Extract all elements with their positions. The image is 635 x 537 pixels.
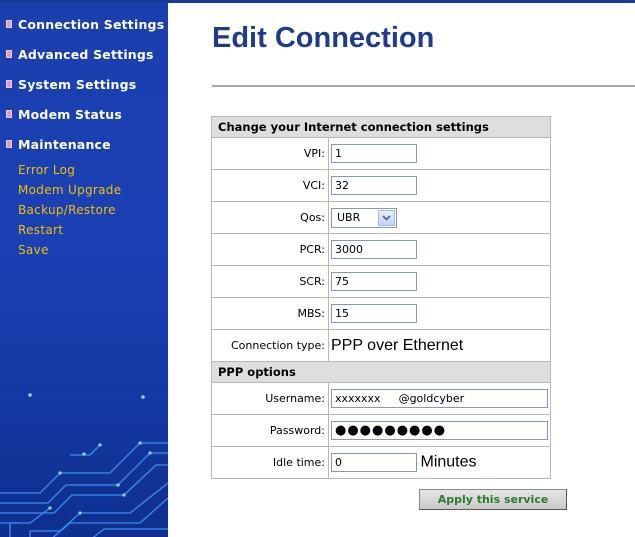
circuit-decoration: [0, 393, 168, 537]
username-value: xxxxxxx: [335, 392, 381, 405]
sidebar-nav: Connection Settings Advanced Settings Sy…: [0, 3, 168, 537]
qos-select[interactable]: UBR: [331, 207, 397, 228]
section-header-ppp: PPP options: [211, 361, 551, 383]
sidebar-item-label: Modem Status: [18, 107, 122, 122]
sidebar-item-advanced-settings[interactable]: Advanced Settings: [6, 47, 154, 62]
sidebar-subitem-modem-upgrade[interactable]: Modem Upgrade: [18, 183, 121, 197]
sidebar-subitem-save[interactable]: Save: [18, 243, 49, 257]
menu-bullet-icon: [6, 80, 12, 88]
sidebar-item-label: System Settings: [18, 77, 137, 92]
menu-bullet-icon: [6, 140, 12, 148]
vci-input[interactable]: 32: [331, 176, 417, 195]
idle-time-unit: Minutes: [420, 453, 477, 471]
menu-bullet-icon: [6, 50, 12, 58]
sidebar-subitem-restart[interactable]: Restart: [18, 223, 63, 237]
password-label: Password:: [211, 414, 329, 447]
pcr-label: PCR:: [211, 233, 329, 266]
connection-form: Change your Internet connection settings…: [211, 116, 551, 479]
sidebar-item-system-settings[interactable]: System Settings: [6, 77, 136, 92]
qos-selected-value: UBR: [337, 211, 361, 224]
qos-label: Qos:: [211, 201, 329, 234]
menu-bullet-icon: [6, 20, 12, 28]
page-title: Edit Connection: [212, 22, 435, 54]
sidebar-subitem-backup-restore[interactable]: Backup/Restore: [18, 203, 116, 217]
section-header-internet: Change your Internet connection settings: [211, 116, 551, 138]
username-label: Username:: [211, 382, 329, 415]
sidebar-item-label: Connection Settings: [18, 17, 165, 32]
idle-time-label: Idle time:: [211, 446, 329, 479]
title-divider: [212, 85, 635, 87]
vci-label: VCI:: [211, 169, 329, 202]
mbs-label: MBS:: [211, 297, 329, 330]
sidebar-subitem-error-log[interactable]: Error Log: [18, 163, 75, 177]
apply-service-button[interactable]: Apply this service: [419, 489, 567, 510]
vpi-label: VPI:: [211, 137, 329, 170]
password-input[interactable]: ●●●●●●●●●: [331, 421, 548, 440]
scr-label: SCR:: [211, 265, 329, 298]
menu-bullet-icon: [6, 110, 12, 118]
username-input[interactable]: xxxxxxx @goldcyber: [331, 389, 548, 408]
sidebar-item-label: Advanced Settings: [18, 47, 154, 62]
vpi-input[interactable]: 1: [331, 144, 417, 163]
scr-input[interactable]: 75: [331, 272, 417, 291]
connection-type-value: PPP over Ethernet: [331, 336, 464, 354]
sidebar-item-maintenance[interactable]: Maintenance: [6, 137, 111, 152]
idle-time-input[interactable]: 0: [331, 453, 417, 472]
sidebar-item-modem-status[interactable]: Modem Status: [6, 107, 122, 122]
username-suffix: @goldcyber: [398, 392, 465, 405]
pcr-input[interactable]: 3000: [331, 240, 417, 259]
connection-type-label: Connection type:: [211, 329, 329, 362]
mbs-input[interactable]: 15: [331, 304, 417, 323]
sidebar-item-connection-settings[interactable]: Connection Settings: [6, 17, 164, 32]
chevron-down-icon[interactable]: [378, 209, 395, 226]
sidebar-item-label: Maintenance: [18, 137, 111, 152]
